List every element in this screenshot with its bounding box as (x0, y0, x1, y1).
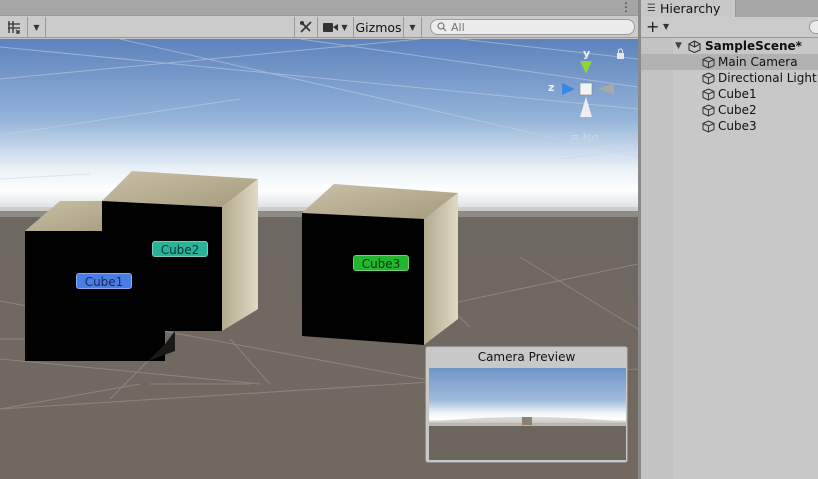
scene-tab-bar: ⋮ (0, 0, 638, 16)
hierarchy-item-label: Cube3 (718, 119, 757, 133)
hierarchy-toolbar: + ▼ (641, 17, 818, 38)
cube1-label[interactable]: Cube1 (76, 273, 132, 289)
camera-preview-view (429, 368, 626, 460)
camera-settings-button[interactable]: ▼ (318, 17, 354, 37)
gizmos-button[interactable]: Gizmos (354, 17, 404, 37)
scene-name: SampleScene* (705, 39, 802, 53)
scene-root-item[interactable]: ▼ SampleScene* (641, 38, 818, 54)
chevron-down-icon[interactable]: ▼ (663, 22, 669, 31)
grid-snap-icon (7, 21, 20, 34)
hierarchy-list: ▼ SampleScene* Main Camera Directional L… (641, 38, 818, 134)
hierarchy-search-field[interactable] (809, 20, 818, 34)
tab-hierarchy[interactable]: ☰ Hierarchy (641, 0, 736, 17)
kebab-menu-icon[interactable]: ⋮ (620, 1, 632, 13)
gizmo-z-label: z (548, 81, 554, 94)
gizmo-y-label: y (583, 47, 590, 60)
hierarchy-item-label: Cube2 (718, 103, 757, 117)
cube3-label[interactable]: Cube3 (353, 255, 409, 271)
gameobject-cube-icon (702, 120, 715, 133)
search-icon (437, 22, 447, 32)
projection-mode-toggle[interactable]: ≡ Iso (570, 131, 598, 144)
fold-arrow-icon[interactable]: ▼ (675, 38, 682, 54)
menu-lines-icon: ≡ (570, 131, 583, 144)
grid-snap-button[interactable] (0, 17, 28, 37)
gizmos-dropdown[interactable]: ▼ (404, 17, 422, 37)
camera-preview-title: Camera Preview (477, 350, 576, 364)
hierarchy-item-label: Main Camera (718, 55, 798, 69)
scene-search-input[interactable] (451, 20, 621, 34)
tools-button[interactable] (294, 17, 318, 37)
hierarchy-panel: ☰ Hierarchy + ▼ ▼ SampleScene* Main Came… (641, 0, 818, 479)
hierarchy-item-main-camera[interactable]: Main Camera (641, 54, 818, 70)
gameobject-cube-icon (702, 88, 715, 101)
camera-icon (323, 22, 339, 32)
cube2-label[interactable]: Cube2 (152, 241, 208, 257)
grid-snap-dropdown[interactable]: ▼ (28, 17, 46, 37)
hierarchy-item-directional-light[interactable]: Directional Light (641, 70, 818, 86)
unity-scene-icon (688, 40, 701, 53)
hierarchy-item-label: Directional Light (718, 71, 817, 85)
sky (0, 39, 638, 219)
hierarchy-tab-label: Hierarchy (659, 1, 721, 16)
hierarchy-item-label: Cube1 (718, 87, 757, 101)
projection-label: Iso (582, 131, 599, 144)
scene-view-panel: ⋮ ▼ ▼ Gizmos ▼ All y z ≡ Iso Cube1 Cube2… (0, 0, 638, 479)
chevron-down-icon: ▼ (341, 22, 348, 32)
gameobject-cube-icon (702, 104, 715, 117)
tools-icon (300, 21, 312, 33)
hierarchy-tab-bar: ☰ Hierarchy (641, 0, 818, 17)
hierarchy-item-cube2[interactable]: Cube2 (641, 102, 818, 118)
chevron-down-icon: ▼ (33, 22, 40, 32)
scene-search-field[interactable] (430, 19, 635, 35)
camera-preview-panel: Camera Preview (425, 346, 628, 463)
hierarchy-item-cube1[interactable]: Cube1 (641, 86, 818, 102)
gameobject-cube-icon (702, 56, 715, 69)
chevron-down-icon: ▼ (409, 22, 416, 32)
add-icon[interactable]: + (646, 18, 659, 36)
unity-editor: ⋮ ▼ ▼ Gizmos ▼ All y z ≡ Iso Cube1 Cube2… (0, 0, 818, 479)
lock-icon[interactable] (617, 53, 624, 59)
hierarchy-item-cube3[interactable]: Cube3 (641, 118, 818, 134)
gameobject-cube-icon (702, 72, 715, 85)
gizmos-label: Gizmos (355, 19, 402, 35)
list-icon: ☰ (647, 3, 656, 14)
